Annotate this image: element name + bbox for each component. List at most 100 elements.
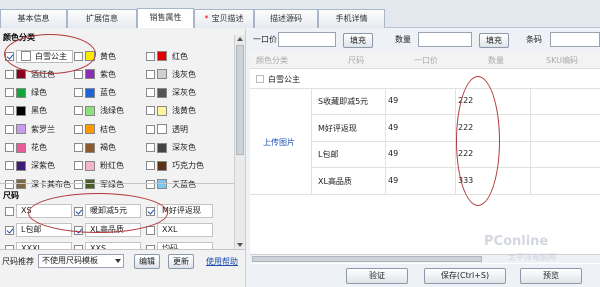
color-option[interactable]: 黄色: [74, 50, 116, 62]
color-checkbox[interactable]: [5, 161, 14, 171]
upload-image-link[interactable]: 上传图片: [263, 137, 295, 148]
size-alias-input[interactable]: L包邮: [16, 223, 72, 237]
scroll-thumb[interactable]: [236, 45, 244, 155]
color-checkbox[interactable]: [74, 51, 83, 61]
color-option[interactable]: 花色: [5, 142, 47, 154]
size-option[interactable]: XXL: [146, 223, 213, 237]
size-alias-input[interactable]: XXL: [157, 223, 213, 237]
color-option[interactable]: 深卡其布色: [5, 178, 71, 190]
color-option[interactable]: 酒红色: [5, 68, 55, 80]
size-checkbox[interactable]: [5, 225, 14, 235]
color-option[interactable]: 桔色: [74, 123, 116, 135]
color-checkbox[interactable]: [74, 179, 83, 189]
color-checkbox[interactable]: [5, 88, 14, 98]
color-option[interactable]: 浅黄色: [146, 105, 196, 117]
color-option[interactable]: 红色: [146, 50, 188, 62]
color-checkbox[interactable]: [74, 124, 83, 134]
color-checkbox[interactable]: [146, 124, 155, 134]
size-template-select[interactable]: 不使用尺码模板: [38, 254, 124, 268]
color-checkbox[interactable]: [146, 88, 155, 98]
color-option[interactable]: 绿色: [5, 87, 47, 99]
size-alias-input[interactable]: M好评返现: [157, 204, 213, 218]
sku-price-cell[interactable]: 49: [388, 96, 398, 105]
size-checkbox[interactable]: [5, 206, 14, 216]
color-option[interactable]: 浅灰色: [146, 68, 196, 80]
scroll-thumb[interactable]: [252, 256, 482, 262]
size-template-value: 不使用尺码模板: [42, 256, 98, 265]
size-option[interactable]: L包邮: [5, 223, 72, 237]
verify-button[interactable]: 验证: [346, 268, 408, 284]
tab-basic-info[interactable]: 基本信息: [0, 9, 67, 28]
qty-input[interactable]: [418, 32, 472, 47]
color-checkbox[interactable]: [5, 69, 14, 79]
color-option[interactable]: 军绿色: [74, 178, 124, 190]
color-checkbox[interactable]: [146, 51, 155, 61]
color-checkbox[interactable]: [5, 179, 14, 189]
color-option[interactable]: 透明: [146, 123, 188, 135]
color-alias-input[interactable]: 白雪公主: [16, 49, 73, 63]
size-option[interactable]: M好评返现: [146, 204, 213, 218]
preview-button[interactable]: 预览: [520, 268, 582, 284]
color-checkbox[interactable]: [74, 143, 83, 152]
color-option[interactable]: 紫罗兰: [5, 123, 55, 135]
tab-sales-attributes[interactable]: 销售属性: [137, 8, 194, 28]
color-option[interactable]: 浅绿色: [74, 105, 124, 117]
refresh-template-button[interactable]: 更新: [168, 254, 194, 269]
scroll-up-icon[interactable]: [237, 37, 243, 41]
color-checkbox[interactable]: [146, 106, 155, 116]
color-checkbox[interactable]: [74, 161, 83, 171]
price-fill-button[interactable]: 填充: [343, 33, 373, 48]
tab-item-description[interactable]: * 宝贝描述: [194, 9, 254, 28]
size-checkbox[interactable]: [74, 206, 83, 216]
size-alias-input[interactable]: 暖卸减5元: [85, 204, 141, 218]
save-button[interactable]: 保存(Ctrl+S): [424, 268, 506, 284]
color-option[interactable]: 粉红色: [74, 160, 124, 172]
help-link[interactable]: 使用帮助: [206, 256, 238, 267]
sku-qty-cell[interactable]: 333: [458, 176, 473, 185]
size-checkbox[interactable]: [146, 225, 155, 235]
sku-qty-cell[interactable]: 222: [458, 96, 473, 105]
color-checkbox[interactable]: [146, 69, 155, 79]
color-checkbox[interactable]: [5, 143, 14, 152]
sku-price-cell[interactable]: 49: [388, 149, 398, 158]
color-option[interactable]: 天蓝色: [146, 178, 196, 190]
left-vertical-scrollbar[interactable]: [234, 35, 245, 249]
size-alias-input[interactable]: XS: [16, 204, 72, 218]
color-option[interactable]: 深灰色: [146, 142, 196, 154]
price-input[interactable]: [278, 32, 336, 47]
color-checkbox[interactable]: [146, 143, 155, 152]
color-checkbox[interactable]: [74, 106, 83, 116]
barcode-input[interactable]: [550, 32, 600, 47]
sku-price-cell[interactable]: 49: [388, 176, 398, 185]
size-option[interactable]: XS: [5, 204, 72, 218]
color-option[interactable]: 白雪公主: [5, 49, 73, 63]
color-checkbox[interactable]: [74, 88, 83, 98]
color-option[interactable]: 褐色: [74, 142, 116, 154]
color-checkbox[interactable]: [146, 179, 155, 189]
color-option[interactable]: 深紫色: [5, 160, 55, 172]
color-option[interactable]: 巧克力色: [146, 160, 204, 172]
sku-qty-cell[interactable]: 222: [458, 149, 473, 158]
size-option[interactable]: 暖卸减5元: [74, 204, 141, 218]
color-checkbox[interactable]: [5, 106, 14, 116]
color-checkbox[interactable]: [74, 69, 83, 79]
scroll-down-icon[interactable]: [237, 243, 243, 247]
sku-price-cell[interactable]: 49: [388, 123, 398, 132]
color-checkbox[interactable]: [5, 51, 14, 61]
color-checkbox[interactable]: [5, 124, 14, 134]
color-option[interactable]: 黑色: [5, 105, 47, 117]
color-option[interactable]: 深灰色: [146, 87, 196, 99]
qty-fill-button[interactable]: 填充: [479, 33, 509, 48]
size-checkbox[interactable]: [74, 225, 83, 235]
size-alias-input[interactable]: XL高品质: [85, 223, 141, 237]
color-option[interactable]: 紫色: [74, 68, 116, 80]
tab-description-source[interactable]: 描述源码: [254, 9, 318, 28]
edit-template-button[interactable]: 编辑: [134, 254, 160, 269]
size-option[interactable]: XL高品质: [74, 223, 141, 237]
size-checkbox[interactable]: [146, 206, 155, 216]
tab-mobile-details[interactable]: 手机详情: [318, 9, 385, 28]
sku-qty-cell[interactable]: 222: [458, 123, 473, 132]
tab-extended-info[interactable]: 扩展信息: [67, 9, 137, 28]
color-option[interactable]: 蓝色: [74, 87, 116, 99]
color-checkbox[interactable]: [146, 161, 155, 171]
